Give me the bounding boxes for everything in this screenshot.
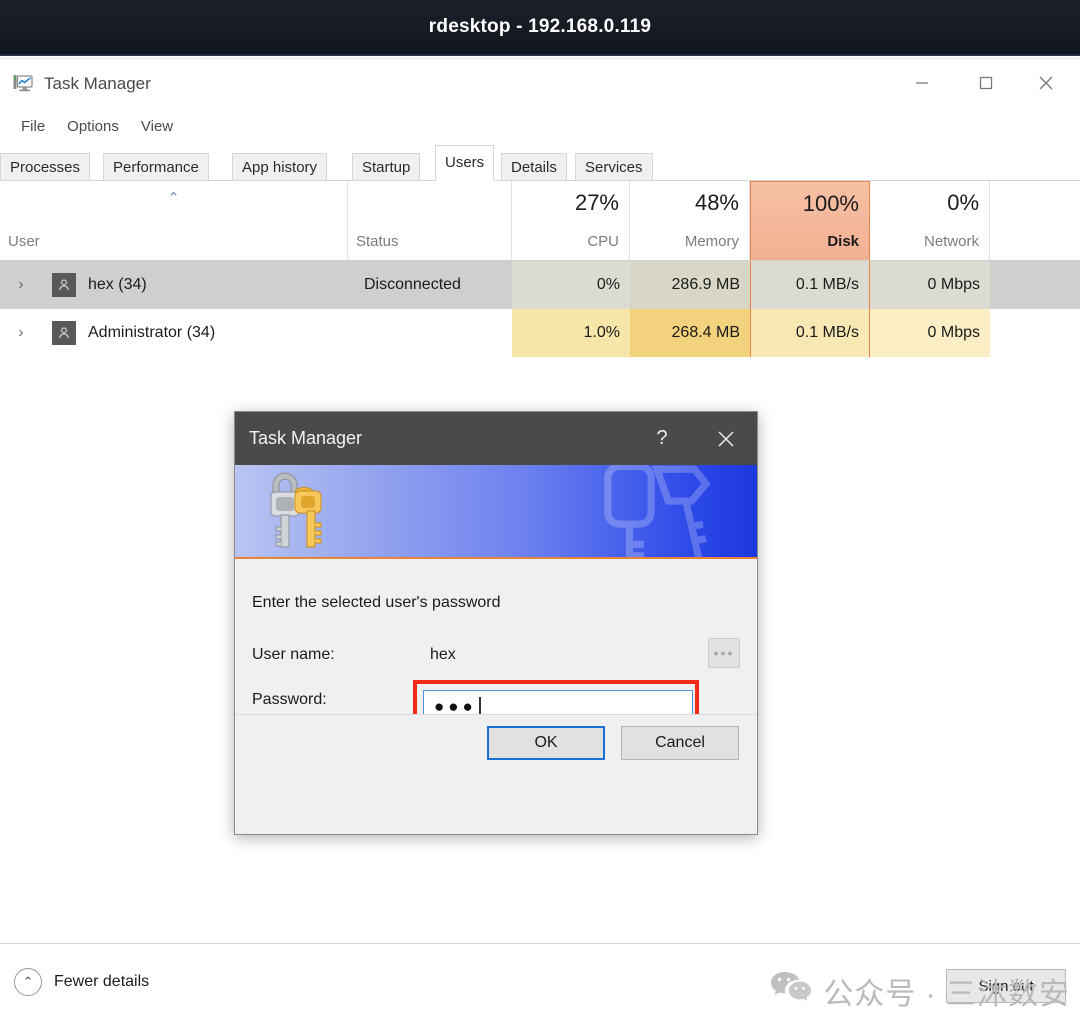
rdesktop-title-text: rdesktop - 192.168.0.119 <box>428 16 652 37</box>
rdesktop-titlebar: rdesktop - 192.168.0.119 <box>0 0 1080 56</box>
column-header-user-label: User <box>8 233 40 250</box>
browse-button[interactable]: ••• <box>708 638 740 668</box>
column-header-cpu[interactable]: 27% CPU <box>512 181 630 260</box>
username-label: User name: <box>252 646 335 663</box>
keys-icon <box>270 472 322 548</box>
column-header-user[interactable]: ⌃ User <box>0 181 348 260</box>
rdesktop-window: rdesktop - 192.168.0.119 Task Manager Fi… <box>0 0 1080 1025</box>
column-header-disk[interactable]: 100% Disk <box>750 181 870 260</box>
menu-item-options[interactable]: Options <box>56 115 130 138</box>
tab-app-history[interactable]: App history <box>232 153 328 181</box>
dialog-title-text: Task Manager <box>249 428 363 448</box>
keys-ghost-icon <box>604 465 711 557</box>
maximize-button[interactable] <box>962 59 1010 107</box>
column-header-status[interactable]: Status <box>348 181 512 260</box>
table-row[interactable]: › hex (34) Disconnected 0% 286.9 MB 0.1 … <box>0 261 1080 309</box>
column-header-memory-label: Memory <box>684 233 739 250</box>
column-header-network-percent: 0% <box>947 190 979 215</box>
cell-memory: 286.9 MB <box>630 261 750 309</box>
user-avatar-icon <box>52 273 76 297</box>
sort-ascending-icon: ⌃ <box>167 190 180 207</box>
column-header-cpu-label: CPU <box>587 233 619 250</box>
username-value: hex <box>430 646 456 663</box>
minimize-button[interactable] <box>898 59 946 107</box>
task-manager-titlebar: Task Manager <box>0 59 1080 109</box>
tab-startup[interactable]: Startup <box>352 153 421 181</box>
menu-bar: File Options View <box>0 109 1080 143</box>
dialog-body: Enter the selected user's password User … <box>235 559 757 774</box>
password-masked-value: ●●● <box>434 697 477 716</box>
cell-memory: 268.4 MB <box>630 309 750 357</box>
menu-item-file[interactable]: File <box>10 115 56 138</box>
cell-user-label: hex (34) <box>88 276 147 293</box>
tab-strip: Processes Performance App history Startu… <box>0 145 1080 181</box>
dialog-prompt-text: Enter the selected user's password <box>252 594 501 611</box>
dialog-close-button[interactable] <box>699 412 753 465</box>
cell-user: Administrator (34) <box>44 309 348 357</box>
tab-processes[interactable]: Processes <box>0 153 91 181</box>
column-header-memory[interactable]: 48% Memory <box>630 181 750 260</box>
cell-user: hex (34) <box>44 261 348 309</box>
cancel-button[interactable]: Cancel <box>621 726 739 760</box>
cell-user-label: Administrator (34) <box>88 324 216 341</box>
sign-out-button[interactable]: Sign out <box>946 969 1066 1003</box>
cell-status <box>356 309 512 357</box>
dialog-footer: OK Cancel <box>235 714 757 774</box>
ok-button[interactable]: OK <box>487 726 605 760</box>
password-label: Password: <box>252 691 327 708</box>
tab-performance[interactable]: Performance <box>103 153 209 181</box>
tab-users[interactable]: Users <box>435 145 495 181</box>
users-table-header: ⌃ User Status 27% CPU 48% Memory 100% Di… <box>0 181 1080 261</box>
fewer-details-label: Fewer details <box>54 973 150 990</box>
cell-network: 0 Mbps <box>870 309 990 357</box>
cell-cpu: 1.0% <box>512 309 630 357</box>
tab-details[interactable]: Details <box>501 153 567 181</box>
table-row[interactable]: › Administrator (34) 1.0% 268.4 MB 0.1 M… <box>0 309 1080 357</box>
cell-disk: 0.1 MB/s <box>750 309 870 357</box>
column-header-network[interactable]: 0% Network <box>870 181 990 260</box>
users-table: ⌃ User Status 27% CPU 48% Memory 100% Di… <box>0 181 1080 357</box>
menu-item-view[interactable]: View <box>130 115 184 138</box>
cell-status: Disconnected <box>364 276 461 293</box>
tab-services[interactable]: Services <box>575 153 653 181</box>
cell-cpu: 0% <box>512 261 630 309</box>
column-header-spacer <box>990 181 1080 260</box>
row-expander-icon[interactable]: › <box>10 261 32 309</box>
task-manager-title-text: Task Manager <box>44 74 151 93</box>
cell-disk: 0.1 MB/s <box>750 261 870 309</box>
chevron-up-icon: ⌃ <box>14 968 42 996</box>
password-dialog: Task Manager ? Enter the selected user's… <box>234 411 758 835</box>
status-bar: ⌃ Fewer details Sign out <box>0 943 1080 1025</box>
user-avatar-icon <box>52 321 76 345</box>
close-button[interactable] <box>1022 59 1070 107</box>
help-button[interactable]: ? <box>635 412 689 465</box>
column-header-disk-percent: 100% <box>802 191 859 216</box>
column-header-disk-label: Disk <box>827 233 859 250</box>
cell-network: 0 Mbps <box>870 261 990 309</box>
column-header-network-label: Network <box>923 233 979 250</box>
dialog-titlebar: Task Manager ? <box>235 412 757 465</box>
task-manager-monitor-icon <box>12 73 34 95</box>
dialog-banner <box>235 465 757 559</box>
fewer-details-button[interactable]: ⌃ Fewer details <box>14 968 149 996</box>
row-expander-icon[interactable]: › <box>10 309 32 357</box>
column-header-memory-percent: 48% <box>694 190 739 215</box>
column-header-status-label: Status <box>356 233 399 250</box>
column-header-cpu-percent: 27% <box>574 190 619 215</box>
